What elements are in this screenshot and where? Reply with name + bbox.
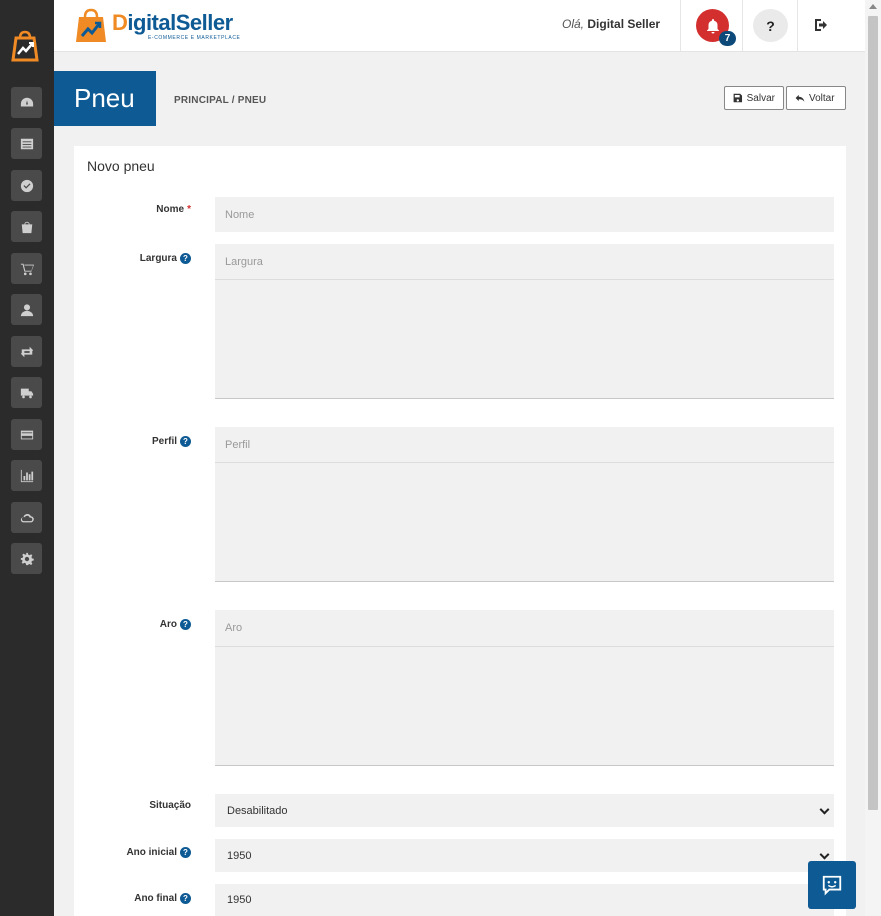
sidebar-item-dashboard[interactable]: [11, 87, 42, 118]
exchange-icon: [20, 346, 33, 357]
header-divider: [797, 0, 798, 51]
nome-input[interactable]: Nome: [215, 197, 834, 232]
gear-icon: [20, 552, 34, 565]
largura-label-text: Largura: [139, 253, 177, 264]
sidebar-item-list[interactable]: [11, 128, 42, 159]
perfil-label-text: Perfil: [151, 436, 177, 447]
user-greeting: Olá, Digital Seller: [562, 17, 660, 31]
dashboard-icon: [20, 97, 33, 106]
aro-label: Aro ?: [160, 619, 191, 630]
situacao-label-text: Situação: [149, 800, 191, 811]
help-button[interactable]: ?: [753, 9, 788, 42]
bar-chart-icon: [20, 469, 33, 482]
sidebar-item-approvals[interactable]: [11, 170, 42, 201]
bell-icon: [706, 18, 719, 33]
back-button-label: Voltar: [809, 92, 835, 104]
page-scrollbar[interactable]: [865, 0, 881, 916]
sidebar-item-customers[interactable]: [11, 294, 42, 325]
form-panel: Novo pneu Nome * Nome Largura ? Largura …: [74, 146, 846, 916]
form-title: Novo pneu: [87, 158, 155, 174]
situacao-label: Situação: [149, 800, 191, 811]
scroll-up-arrow-icon[interactable]: [869, 4, 877, 9]
logo-text-first: D: [112, 9, 128, 35]
back-button[interactable]: Voltar: [786, 86, 846, 110]
sidebar-item-reports[interactable]: [11, 460, 42, 491]
ano-inicial-label-text: Ano inicial: [126, 847, 177, 858]
sidebar-item-shipping[interactable]: [11, 377, 42, 408]
scroll-thumb[interactable]: [868, 16, 878, 810]
app-logo-icon[interactable]: [10, 30, 40, 62]
credit-card-icon: [20, 430, 33, 439]
nome-label: Nome *: [156, 204, 191, 215]
logout-button[interactable]: [813, 17, 829, 33]
sidebar-item-orders[interactable]: [11, 253, 42, 284]
sidebar: [0, 0, 54, 916]
sidebar-item-settings[interactable]: [11, 543, 42, 574]
aro-label-text: Aro: [159, 619, 177, 630]
perfil-input[interactable]: Perfil: [215, 427, 834, 462]
help-circle-icon[interactable]: ?: [180, 893, 191, 904]
user-name: Digital Seller: [587, 17, 661, 31]
help-circle-icon[interactable]: ?: [180, 619, 191, 630]
save-button[interactable]: Salvar: [724, 86, 784, 110]
truck-icon: [20, 388, 33, 398]
notification-count-badge: 7: [719, 31, 736, 46]
nome-label-text: Nome: [156, 204, 185, 215]
cart-icon: [20, 263, 34, 275]
required-marker: *: [187, 204, 191, 215]
ano-final-label-text: Ano final: [134, 893, 177, 904]
perfil-label: Perfil ?: [152, 436, 191, 447]
situacao-select[interactable]: Desabilitado: [215, 794, 834, 827]
situacao-selected-value: Desabilitado: [227, 804, 288, 817]
brand-logo[interactable]: DigitalSeller E-COMMERCE E MARKETPLACE: [74, 8, 240, 44]
header-divider: [742, 0, 743, 51]
ano-final-selected-value: 1950: [227, 894, 252, 906]
sidebar-item-cloud[interactable]: [11, 502, 42, 533]
ano-inicial-label: Ano inicial ?: [126, 847, 191, 858]
sidebar-item-payments[interactable]: [11, 419, 42, 450]
aro-values-textarea[interactable]: [215, 646, 834, 766]
top-header: DigitalSeller E-COMMERCE E MARKETPLACE O…: [54, 0, 865, 52]
user-icon: [20, 303, 33, 316]
chevron-down-icon: [819, 849, 830, 860]
floppy-disk-icon: [733, 93, 743, 103]
logo-text-rest: igitalSeller: [127, 9, 233, 35]
ano-final-select[interactable]: 1950: [215, 884, 834, 916]
shopping-bag-logo-icon: [76, 8, 106, 42]
aro-input[interactable]: Aro: [215, 610, 834, 646]
chat-button[interactable]: [808, 861, 856, 909]
save-button-label: Salvar: [746, 92, 775, 104]
logo-subtitle: E-COMMERCE E MARKETPLACE: [148, 34, 241, 41]
breadcrumb[interactable]: PRINCIPAL / PNEU: [174, 95, 266, 106]
greeting-prefix: Olá,: [562, 17, 585, 31]
reply-arrow-icon: [795, 94, 805, 102]
page-title: Pneu: [54, 71, 156, 126]
chevron-down-icon: [819, 804, 830, 815]
sidebar-item-products[interactable]: [11, 211, 42, 242]
cloud-icon: [20, 513, 34, 522]
help-circle-icon[interactable]: ?: [180, 847, 191, 858]
perfil-values-textarea[interactable]: [215, 462, 834, 582]
check-circle-icon: [20, 179, 33, 192]
shopping-bag-icon: [21, 221, 32, 233]
largura-input[interactable]: Largura: [215, 244, 834, 279]
header-divider: [680, 0, 681, 51]
sidebar-item-integrations[interactable]: [11, 336, 42, 367]
ano-inicial-select[interactable]: 1950: [215, 839, 834, 872]
largura-values-textarea[interactable]: [215, 279, 834, 399]
chat-icon: [822, 875, 842, 896]
help-circle-icon[interactable]: ?: [180, 436, 191, 447]
help-circle-icon[interactable]: ?: [180, 253, 191, 264]
largura-label: Largura ?: [140, 253, 191, 264]
sign-out-icon: [815, 19, 827, 31]
ano-final-label: Ano final ?: [134, 893, 191, 904]
ano-inicial-selected-value: 1950: [227, 849, 252, 862]
list-icon: [20, 138, 33, 149]
